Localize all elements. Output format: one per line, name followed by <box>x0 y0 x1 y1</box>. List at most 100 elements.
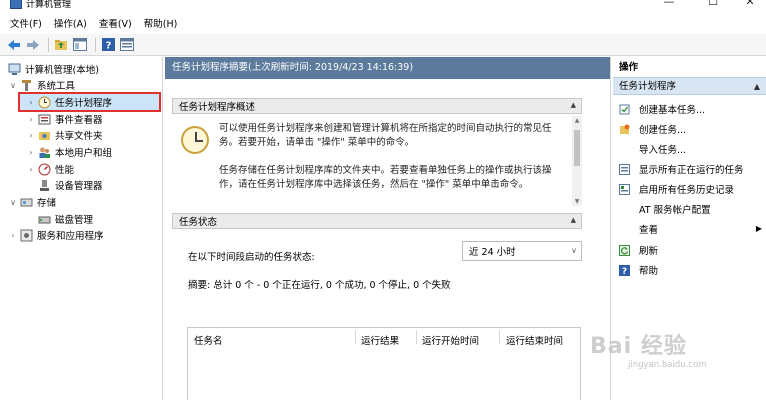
menu-view[interactable]: 查看(V) <box>99 16 132 30</box>
column-header-task-name[interactable]: 任务名 <box>194 333 223 347</box>
collapse-icon[interactable]: ▲ <box>571 216 576 224</box>
chevron-right-icon[interactable]: › <box>26 98 36 107</box>
tree-item-label: 事件查看器 <box>55 115 103 126</box>
column-header-run-end[interactable]: 运行结束时间 <box>506 333 563 347</box>
overview-section-header[interactable]: 任务计划程序概述 ▲ <box>172 98 582 114</box>
action-label: 刷新 <box>639 246 659 257</box>
status-section-header[interactable]: 任务状态 ▲ <box>172 213 582 229</box>
tree-item-disk-management[interactable]: 磁盘管理 <box>36 211 93 227</box>
action-show-running-tasks[interactable]: 显示所有正在运行的任务 <box>613 160 766 178</box>
tree-item-label: 磁盘管理 <box>55 215 94 226</box>
device-manager-icon <box>40 179 49 191</box>
blank-icon <box>619 224 630 235</box>
tree-item-shared-folders[interactable]: › 共享文件夹 <box>26 127 103 143</box>
action-create-basic-task[interactable]: 创建基本任务... <box>613 100 766 118</box>
tree-services-applications[interactable]: › 服务和应用程序 <box>8 227 104 243</box>
overview-title: 任务计划程序概述 <box>179 102 256 113</box>
tree-item-label: 共享文件夹 <box>55 131 103 142</box>
chevron-right-icon[interactable]: › <box>26 148 36 157</box>
close-button[interactable]: ✕ <box>743 0 757 10</box>
actions-title: 操作 <box>619 62 639 73</box>
scrollbar-thumb[interactable] <box>574 130 580 166</box>
overview-paragraph: 任务存储在任务计划程序库的文件夹中。若要查看单独任务上的操作或执行该操作，请在任… <box>219 165 552 190</box>
submenu-arrow-icon: ▶ <box>755 224 762 233</box>
refresh-icon <box>619 244 630 256</box>
help-icon[interactable]: ? <box>100 37 116 53</box>
chevron-down-icon[interactable]: ∨ <box>8 81 18 90</box>
action-label: 创建任务... <box>639 125 687 136</box>
tree-system-tools[interactable]: ∨ 系统工具 <box>8 77 75 93</box>
chevron-right-icon[interactable]: › <box>26 115 36 124</box>
disk-icon <box>38 216 51 223</box>
action-import-task[interactable]: 导入任务... <box>613 140 766 158</box>
actions-subheader-label: 任务计划程序 <box>619 81 677 92</box>
show-hide-tree-icon[interactable] <box>72 37 88 53</box>
tree-item-event-viewer[interactable]: › 事件查看器 <box>26 111 103 127</box>
tree-item-task-scheduler[interactable]: › 任务计划程序 <box>26 94 112 110</box>
menu-help[interactable]: 帮助(H) <box>144 16 178 30</box>
tree-item-performance[interactable]: › 性能 <box>26 161 74 177</box>
action-label: 启用所有任务历史记录 <box>639 185 735 196</box>
summary-header: 任务计划程序摘要(上次刷新时间: 2019/4/23 14:16:39) <box>165 57 610 79</box>
chevron-right-icon[interactable]: › <box>26 165 36 174</box>
tree-services-label: 服务和应用程序 <box>37 231 104 242</box>
period-dropdown[interactable]: 近 24 小时 ∨ <box>462 241 582 261</box>
scroll-up-icon[interactable]: ▲ <box>572 117 582 124</box>
chevron-right-icon[interactable]: › <box>26 131 36 140</box>
toolbar-separator <box>95 37 96 52</box>
chevron-down-icon[interactable]: ∨ <box>8 198 18 207</box>
action-help[interactable]: ? 帮助 <box>613 261 766 279</box>
storage-icon <box>20 198 33 206</box>
event-viewer-icon <box>38 114 51 124</box>
tree-storage[interactable]: ∨ 存储 <box>8 194 56 210</box>
action-label: 导入任务... <box>639 145 687 156</box>
menu-bar: 文件(F) 操作(A) 查看(V) 帮助(H) <box>0 12 766 34</box>
action-create-task[interactable]: 创建任务... <box>613 120 766 138</box>
task-history-icon <box>619 183 630 195</box>
tools-icon <box>22 79 31 91</box>
task-status-table: 任务名 运行结果 运行开始时间 运行结束时间 <box>187 327 581 400</box>
baidu-watermark-logo: Bai 经验 <box>590 334 687 359</box>
computer-management-icon <box>8 63 21 75</box>
scroll-down-icon[interactable]: ▼ <box>572 198 582 205</box>
action-refresh[interactable]: 刷新 <box>613 241 766 259</box>
chevron-right-icon[interactable]: › <box>8 231 18 240</box>
tree-storage-label: 存储 <box>37 198 57 209</box>
forward-icon[interactable] <box>25 37 41 53</box>
properties-icon[interactable] <box>119 37 135 53</box>
up-folder-icon[interactable] <box>53 37 69 53</box>
tree-root-label: 计算机管理(本地) <box>25 65 99 76</box>
action-label: 显示所有正在运行的任务 <box>639 165 744 176</box>
blank-icon <box>619 204 630 215</box>
toolbar: ? <box>0 34 766 56</box>
tree-item-device-manager[interactable]: 设备管理器 <box>36 177 103 193</box>
menu-action[interactable]: 操作(A) <box>54 16 87 30</box>
create-task-icon <box>620 124 630 134</box>
action-label: AT 服务帐户配置 <box>639 205 711 216</box>
column-header-run-start[interactable]: 运行开始时间 <box>422 333 479 347</box>
running-tasks-icon <box>619 163 630 175</box>
tree-root[interactable]: 计算机管理(本地) <box>6 61 99 77</box>
create-basic-task-icon <box>619 104 630 114</box>
column-header-run-result[interactable]: 运行结果 <box>361 333 399 347</box>
performance-icon <box>38 163 51 175</box>
menu-file[interactable]: 文件(F) <box>10 16 42 30</box>
action-label: 查看 <box>639 225 659 236</box>
action-label: 创建基本任务... <box>639 105 706 116</box>
overview-panel: 可以使用任务计划程序来创建和管理计算机将在所指定的时间自动执行的常见任务。若要开… <box>172 116 582 206</box>
action-at-service-config[interactable]: AT 服务帐户配置 <box>613 200 766 218</box>
tree-item-label: 任务计划程序 <box>55 98 113 109</box>
title-bar: 计算机管理 — ☐ ✕ <box>0 0 766 12</box>
minimize-button[interactable]: — <box>662 0 676 10</box>
maximize-button[interactable]: ☐ <box>706 0 720 10</box>
collapse-icon[interactable]: ▲ <box>754 78 760 96</box>
action-enable-task-history[interactable]: 启用所有任务历史记录 <box>613 180 766 198</box>
overview-scrollbar[interactable]: ▲ ▼ <box>572 116 582 206</box>
back-icon[interactable] <box>6 37 22 53</box>
help-icon: ? <box>619 264 630 276</box>
clock-icon <box>181 126 209 154</box>
collapse-icon[interactable]: ▲ <box>571 101 576 109</box>
tree-item-local-users-groups[interactable]: › 本地用户和组 <box>26 144 112 160</box>
actions-subheader[interactable]: 任务计划程序 ▲ <box>613 77 766 95</box>
action-view[interactable]: 查看 ▶ <box>613 220 766 238</box>
